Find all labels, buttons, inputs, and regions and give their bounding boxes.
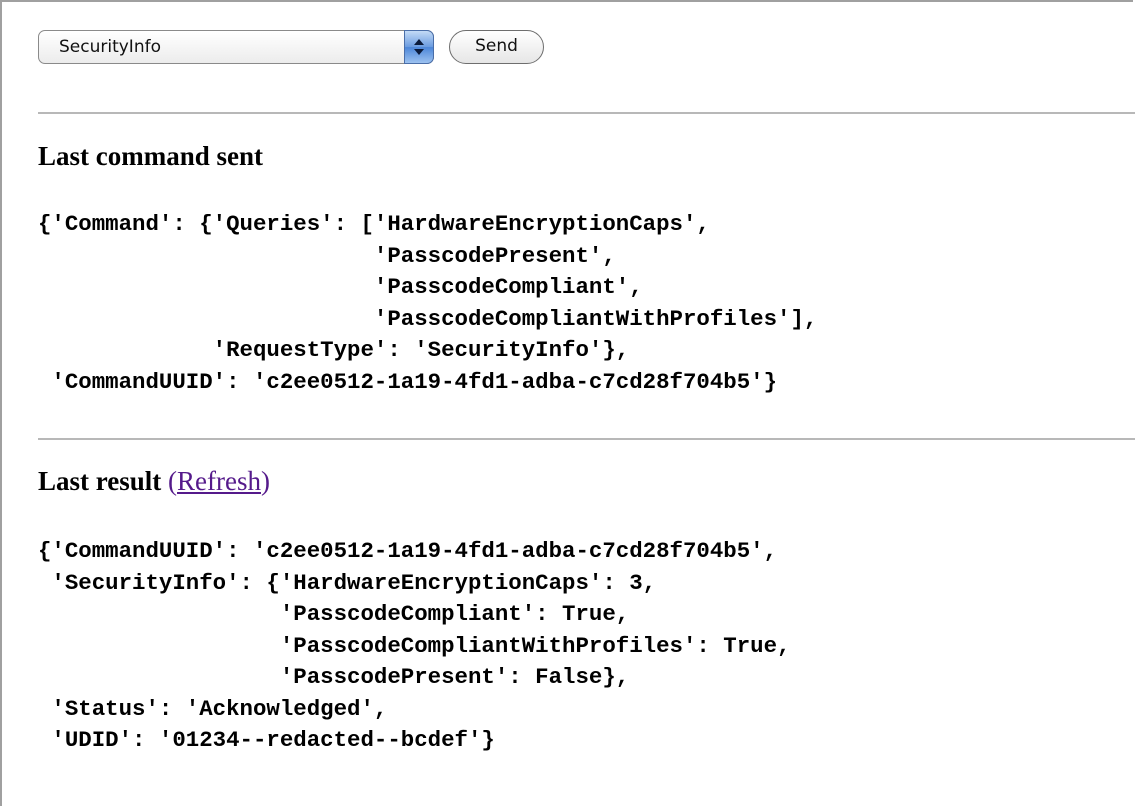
divider-top [38, 112, 1135, 114]
code-line: 'PasscodeCompliantWithProfiles'], [38, 305, 818, 332]
refresh-link[interactable]: Refresh [177, 466, 261, 496]
command-select-value: SecurityInfo [59, 37, 161, 57]
refresh-open-paren: ( [168, 466, 178, 496]
code-line: {'CommandUUID': 'c2ee0512-1a19-4fd1-adba… [38, 538, 778, 564]
send-button[interactable]: Send [449, 30, 544, 64]
command-toolbar: SecurityInfo Send [38, 30, 544, 64]
last-command-code: {'Command': {'Queries': ['HardwareEncryp… [38, 209, 817, 398]
code-line: 'PasscodePresent': False}, [38, 664, 630, 690]
code-line: 'UDID': '01234--redacted--bcdef'} [38, 727, 495, 753]
code-line: 'PasscodeCompliantWithProfiles': True, [38, 632, 791, 659]
last-result-title: Last result [38, 466, 162, 496]
code-line: {'Command': {'Queries': ['HardwareEncryp… [38, 211, 710, 237]
code-line: 'SecurityInfo': {'HardwareEncryptionCaps… [38, 569, 657, 596]
last-command-heading: Last command sent [38, 141, 264, 171]
select-stepper-icon[interactable] [404, 30, 434, 64]
code-line: 'PasscodeCompliant': True, [38, 601, 630, 627]
code-line: 'CommandUUID': 'c2ee0512-1a19-4fd1-adba-… [38, 368, 778, 395]
refresh-close-paren: ) [260, 466, 270, 496]
code-line: 'Status': 'Acknowledged', [38, 695, 388, 722]
code-line: 'PasscodePresent', [38, 242, 616, 269]
last-result-code: {'CommandUUID': 'c2ee0512-1a19-4fd1-adba… [38, 536, 790, 757]
divider-middle [38, 438, 1135, 440]
code-line: 'RequestType': 'SecurityInfo'}, [38, 337, 630, 363]
code-line: 'PasscodeCompliant', [38, 274, 643, 300]
last-result-heading: Last result (Refresh) [38, 466, 270, 497]
command-select[interactable]: SecurityInfo [38, 30, 434, 64]
